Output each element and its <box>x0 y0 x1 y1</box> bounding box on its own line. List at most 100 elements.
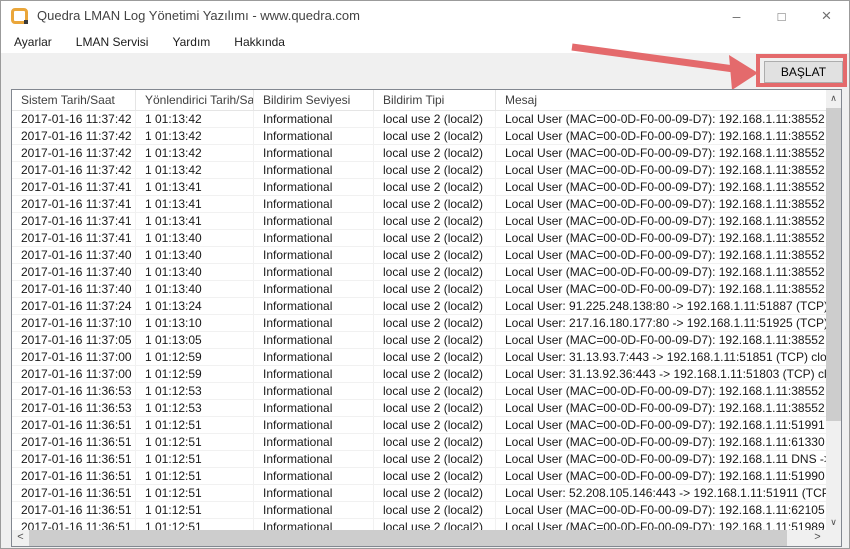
cell-facility: local use 2 (local2) <box>374 332 496 348</box>
scrollbar-corner <box>826 530 841 546</box>
column-header-message[interactable]: Mesaj <box>496 90 826 110</box>
cell-router-time: 1 01:12:59 <box>136 366 254 382</box>
log-row[interactable]: 2017-01-16 11:37:42 1 01:13:42 Informati… <box>12 145 826 162</box>
cell-severity: Informational <box>254 468 374 484</box>
column-header-system-time[interactable]: Sistem Tarih/Saat <box>12 90 136 110</box>
log-row[interactable]: 2017-01-16 11:37:41 1 01:13:41 Informati… <box>12 179 826 196</box>
scroll-right-icon[interactable]: > <box>809 530 826 546</box>
cell-facility: local use 2 (local2) <box>374 298 496 314</box>
cell-message: Local User (MAC=00-0D-F0-00-09-D7): 192.… <box>496 247 826 263</box>
horizontal-scrollbar-thumb[interactable] <box>29 530 787 546</box>
cell-facility: local use 2 (local2) <box>374 230 496 246</box>
log-table-body: 2017-01-16 11:37:42 1 01:13:42 Informati… <box>12 111 826 530</box>
cell-router-time: 1 01:12:51 <box>136 519 254 530</box>
log-row[interactable]: 2017-01-16 11:37:42 1 01:13:42 Informati… <box>12 128 826 145</box>
vertical-scrollbar-thumb[interactable] <box>826 108 841 421</box>
column-header-facility[interactable]: Bildirim Tipi <box>374 90 496 110</box>
log-row[interactable]: 2017-01-16 11:37:24 1 01:13:24 Informati… <box>12 298 826 315</box>
log-row[interactable]: 2017-01-16 11:37:10 1 01:13:10 Informati… <box>12 315 826 332</box>
column-header-severity[interactable]: Bildirim Seviyesi <box>254 90 374 110</box>
log-table-header: Sistem Tarih/Saat Yönlendirici Tarih/Saa… <box>12 90 826 111</box>
menu-item-ayarlar[interactable]: Ayarlar <box>4 31 62 53</box>
cell-severity: Informational <box>254 332 374 348</box>
cell-facility: local use 2 (local2) <box>374 315 496 331</box>
cell-facility: local use 2 (local2) <box>374 451 496 467</box>
cell-system-time: 2017-01-16 11:37:41 <box>12 213 136 229</box>
cell-message: Local User (MAC=00-0D-F0-00-09-D7): 192.… <box>496 281 826 297</box>
log-row[interactable]: 2017-01-16 11:37:00 1 01:12:59 Informati… <box>12 366 826 383</box>
log-row[interactable]: 2017-01-16 11:37:41 1 01:13:41 Informati… <box>12 213 826 230</box>
cell-facility: local use 2 (local2) <box>374 383 496 399</box>
start-button[interactable]: BAŞLAT <box>764 61 843 83</box>
log-row[interactable]: 2017-01-16 11:36:53 1 01:12:53 Informati… <box>12 383 826 400</box>
cell-router-time: 1 01:12:51 <box>136 485 254 501</box>
cell-router-time: 1 01:13:42 <box>136 162 254 178</box>
app-window: Quedra LMAN Log Yönetimi Yazılımı - www.… <box>0 0 850 549</box>
minimize-button[interactable]: – <box>714 1 759 31</box>
cell-severity: Informational <box>254 349 374 365</box>
log-row[interactable]: 2017-01-16 11:37:42 1 01:13:42 Informati… <box>12 162 826 179</box>
cell-message: Local User (MAC=00-0D-F0-00-09-D7): 192.… <box>496 264 826 280</box>
cell-message: Local User: 31.13.93.7:443 -> 192.168.1.… <box>496 349 826 365</box>
cell-system-time: 2017-01-16 11:37:41 <box>12 179 136 195</box>
log-row[interactable]: 2017-01-16 11:36:51 1 01:12:51 Informati… <box>12 434 826 451</box>
cell-severity: Informational <box>254 179 374 195</box>
cell-facility: local use 2 (local2) <box>374 128 496 144</box>
log-row[interactable]: 2017-01-16 11:37:40 1 01:13:40 Informati… <box>12 264 826 281</box>
cell-router-time: 1 01:12:51 <box>136 434 254 450</box>
cell-facility: local use 2 (local2) <box>374 434 496 450</box>
scroll-left-icon[interactable]: < <box>12 530 29 546</box>
cell-message: Local User: 52.208.105.146:443 -> 192.16… <box>496 485 826 501</box>
log-row[interactable]: 2017-01-16 11:37:40 1 01:13:40 Informati… <box>12 281 826 298</box>
log-row[interactable]: 2017-01-16 11:36:51 1 01:12:51 Informati… <box>12 451 826 468</box>
cell-facility: local use 2 (local2) <box>374 196 496 212</box>
cell-router-time: 1 01:13:41 <box>136 179 254 195</box>
log-row[interactable]: 2017-01-16 11:36:51 1 01:12:51 Informati… <box>12 485 826 502</box>
vertical-scrollbar[interactable]: ∧ ∨ <box>826 90 841 530</box>
log-row[interactable]: 2017-01-16 11:37:00 1 01:12:59 Informati… <box>12 349 826 366</box>
cell-message: Local User (MAC=00-0D-F0-00-09-D7): 192.… <box>496 179 826 195</box>
log-row[interactable]: 2017-01-16 11:36:53 1 01:12:53 Informati… <box>12 400 826 417</box>
cell-router-time: 1 01:12:51 <box>136 502 254 518</box>
menu-item-hakkinda[interactable]: Hakkında <box>224 31 295 53</box>
horizontal-scrollbar[interactable]: < > <box>12 530 826 546</box>
title-bar: Quedra LMAN Log Yönetimi Yazılımı - www.… <box>1 1 849 31</box>
cell-severity: Informational <box>254 451 374 467</box>
log-row[interactable]: 2017-01-16 11:36:51 1 01:12:51 Informati… <box>12 417 826 434</box>
log-row[interactable]: 2017-01-16 11:37:05 1 01:13:05 Informati… <box>12 332 826 349</box>
maximize-button[interactable]: □ <box>759 1 804 31</box>
log-row[interactable]: 2017-01-16 11:37:41 1 01:13:40 Informati… <box>12 230 826 247</box>
close-button[interactable]: × <box>804 1 849 31</box>
cell-severity: Informational <box>254 281 374 297</box>
log-row[interactable]: 2017-01-16 11:37:41 1 01:13:41 Informati… <box>12 196 826 213</box>
log-row[interactable]: 2017-01-16 11:37:40 1 01:13:40 Informati… <box>12 247 826 264</box>
menu-item-yardim[interactable]: Yardım <box>162 31 220 53</box>
column-header-router-time[interactable]: Yönlendirici Tarih/Saat <box>136 90 254 110</box>
cell-router-time: 1 01:13:41 <box>136 196 254 212</box>
scroll-down-icon[interactable]: ∨ <box>826 514 841 530</box>
cell-facility: local use 2 (local2) <box>374 468 496 484</box>
cell-router-time: 1 01:13:10 <box>136 315 254 331</box>
scroll-up-icon[interactable]: ∧ <box>826 90 841 106</box>
cell-severity: Informational <box>254 485 374 501</box>
cell-severity: Informational <box>254 519 374 530</box>
cell-facility: local use 2 (local2) <box>374 111 496 127</box>
cell-system-time: 2017-01-16 11:37:40 <box>12 281 136 297</box>
cell-facility: local use 2 (local2) <box>374 485 496 501</box>
cell-message: Local User (MAC=00-0D-F0-00-09-D7): 192.… <box>496 111 826 127</box>
cell-severity: Informational <box>254 502 374 518</box>
log-row[interactable]: 2017-01-16 11:36:51 1 01:12:51 Informati… <box>12 468 826 485</box>
cell-severity: Informational <box>254 162 374 178</box>
cell-system-time: 2017-01-16 11:36:53 <box>12 400 136 416</box>
cell-system-time: 2017-01-16 11:36:51 <box>12 502 136 518</box>
cell-facility: local use 2 (local2) <box>374 179 496 195</box>
app-logo-icon <box>11 8 28 24</box>
cell-message: Local User (MAC=00-0D-F0-00-09-D7): 192.… <box>496 162 826 178</box>
app-logo-dot <box>24 20 28 24</box>
cell-severity: Informational <box>254 145 374 161</box>
log-row[interactable]: 2017-01-16 11:36:51 1 01:12:51 Informati… <box>12 502 826 519</box>
log-row[interactable]: 2017-01-16 11:36:51 1 01:12:51 Informati… <box>12 519 826 530</box>
menu-item-lman-servisi[interactable]: LMAN Servisi <box>66 31 159 53</box>
cell-system-time: 2017-01-16 11:36:53 <box>12 383 136 399</box>
log-row[interactable]: 2017-01-16 11:37:42 1 01:13:42 Informati… <box>12 111 826 128</box>
